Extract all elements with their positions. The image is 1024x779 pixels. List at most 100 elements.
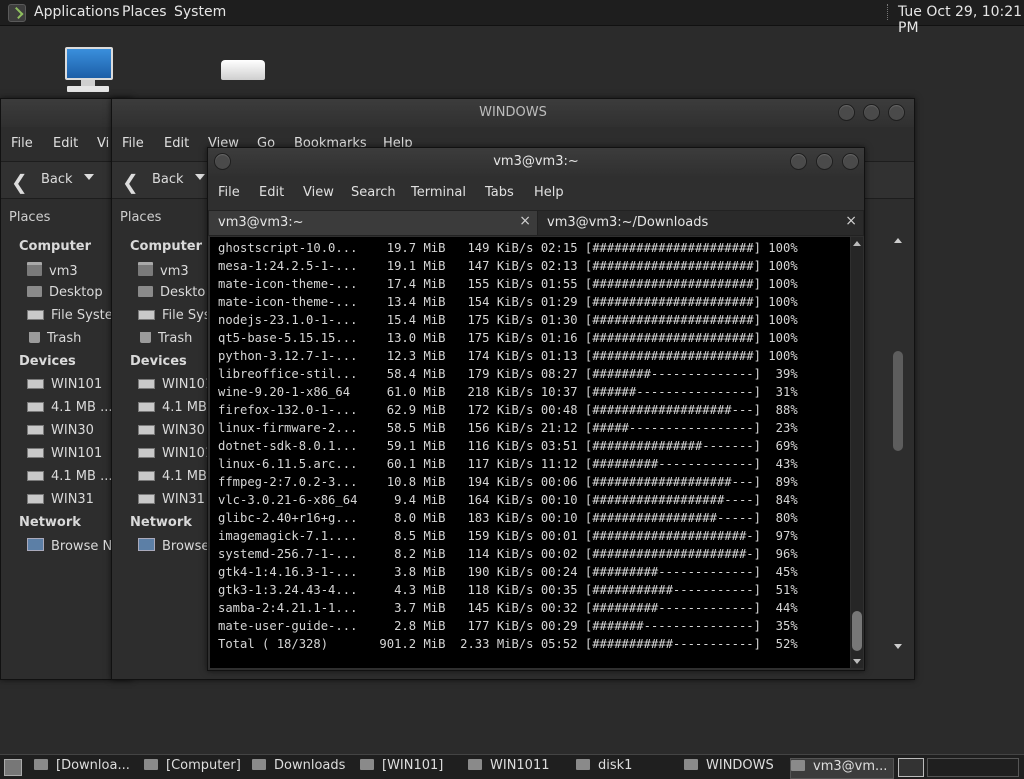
task-win1011[interactable]: WIN1011 [468,758,570,777]
item-label: WIN101 [162,446,214,461]
item-label: WIN30 [162,423,205,438]
task-windows[interactable]: WINDOWS [684,758,786,777]
terminal-scrollbar[interactable] [851,237,863,668]
sidebar-item-desktop[interactable]: Desktop [27,285,103,300]
menu-system[interactable]: System [174,4,226,20]
drive-icon [27,448,44,458]
sidebar-item-device[interactable]: WIN30 [27,423,94,438]
menu-search[interactable]: Search [351,185,396,200]
sidebar-item-device[interactable]: WIN31 [138,492,205,507]
menu-view[interactable]: View [303,185,334,200]
trash-icon [29,332,40,343]
scroll-down-arrow-icon[interactable] [894,644,902,649]
computer-icon[interactable] [63,45,113,95]
terminal-line: gtk4-1:4.16.3-1-... 3.8 MiB 190 KiB/s 00… [218,565,798,579]
scroll-thumb[interactable] [852,611,862,651]
sidebar-item-device[interactable]: WIN30 [138,423,205,438]
task-label: vm3@vm... [813,759,888,774]
terminal-line: gtk3-1:3.24.43-4... 4.3 MiB 118 KiB/s 00… [218,583,798,597]
maximize-button[interactable] [863,104,880,121]
section-computer: Computer [19,239,92,254]
places-selector[interactable]: Places [1,205,116,231]
scroll-up-arrow-icon[interactable] [853,241,861,246]
sidebar-item-vm3[interactable]: vm3 [138,262,189,279]
minimize-button[interactable] [838,104,855,121]
menu-file[interactable]: File [122,136,144,151]
sidebar-item-device[interactable]: 4.1 MB ... [27,469,112,484]
sidebar-item-device[interactable]: WIN101 [138,377,213,392]
task-downloads-1[interactable]: [Downloa... [34,758,140,777]
top-panel: Applications Places System Tue Oct 29, 1… [0,0,1024,36]
sidebar-item-device[interactable]: WIN101 [138,446,213,461]
item-label: 4.1 MB ... [51,469,113,484]
tab-home[interactable]: vm3@vm3:~ × [208,210,538,236]
back-button[interactable]: ❮ Back [9,166,94,194]
sidebar-item-device[interactable]: 4.1 MB ... [27,400,112,415]
file-view-scrollbar[interactable] [886,235,910,655]
show-desktop-icon[interactable] [4,759,22,776]
sidebar-item-trash[interactable]: Trash [27,331,81,346]
minimize-button[interactable] [790,153,807,170]
menu-applications[interactable]: Applications [34,4,120,20]
sidebar-item-trash[interactable]: Trash [138,331,192,346]
task-downloads-2[interactable]: Downloads [252,758,354,777]
task-computer[interactable]: [Computer] [144,758,248,777]
item-label: 4.1 MB [162,400,207,415]
tab-downloads[interactable]: vm3@vm3:~/Downloads × [537,210,864,236]
task-terminal[interactable]: vm3@vm... [790,758,894,779]
menu-help[interactable]: Help [534,185,564,200]
tab-close-icon[interactable]: × [519,213,531,229]
sidebar-item-browse-network[interactable]: Browse [138,538,209,554]
close-button[interactable] [888,104,905,121]
menu-tabs[interactable]: Tabs [485,185,514,200]
sidebar-item-vm3[interactable]: vm3 [27,262,78,279]
scroll-down-arrow-icon[interactable] [853,659,861,664]
back-button[interactable]: ❮ Back [120,166,205,194]
menu-edit[interactable]: Edit [164,136,189,151]
clock[interactable]: Tue Oct 29, 10:21 PM [898,4,1024,36]
scroll-up-arrow-icon[interactable] [894,238,902,243]
sidebar-item-device[interactable]: WIN101 [27,377,102,392]
mate-logo-icon[interactable] [8,4,26,22]
sidebar-item-device[interactable]: 4.1 MB [138,400,207,415]
home-icon [27,262,42,276]
scroll-thumb[interactable] [893,351,903,451]
sidebar-item-browse-network[interactable]: Browse Ne [27,538,120,554]
item-label: File Sys [162,308,211,323]
dropdown-arrow-icon[interactable] [195,174,205,180]
sidebar-item-filesystem[interactable]: File Sys [138,308,211,323]
titlebar[interactable]: vm3@vm3:~ [208,148,864,176]
computer-icon [144,759,158,770]
menu-view[interactable]: Vi [97,136,109,151]
menu-file[interactable]: File [11,136,33,151]
removable-drive-icon[interactable] [221,60,267,82]
menu-edit[interactable]: Edit [259,185,284,200]
menu-places[interactable]: Places [122,4,167,20]
terminal-line: python-3.12.7-1-... 12.3 MiB 174 KiB/s 0… [218,349,798,363]
places-label: Places [9,210,51,225]
terminal-output[interactable]: ghostscript-10.0... 19.7 MiB 149 KiB/s 0… [210,237,850,668]
task-label: disk1 [598,758,633,773]
task-disk1[interactable]: disk1 [576,758,678,777]
terminal-line: qt5-base-5.15.15... 13.0 MiB 175 KiB/s 0… [218,331,798,345]
sidebar-item-device[interactable]: WIN31 [27,492,94,507]
close-button[interactable] [842,153,859,170]
sidebar-item-filesystem[interactable]: File Syster [27,308,118,323]
workspace-2[interactable] [927,758,1019,777]
maximize-button[interactable] [816,153,833,170]
menu-terminal[interactable]: Terminal [411,185,466,200]
workspace-1[interactable] [898,758,924,777]
sidebar-item-device[interactable]: WIN101 [27,446,102,461]
dropdown-arrow-icon[interactable] [84,174,94,180]
tab-close-icon[interactable]: × [845,213,857,229]
task-win101[interactable]: [WIN101] [360,758,462,777]
titlebar[interactable]: WINDOWS [112,99,914,127]
sidebar-item-device[interactable]: 4.1 MB [138,469,207,484]
drive-icon [360,759,374,770]
task-label: WIN1011 [490,758,550,773]
menu-file[interactable]: File [218,185,240,200]
sidebar-item-desktop[interactable]: Deskto [138,285,205,300]
folder-icon [27,286,42,297]
window-menu-button[interactable] [214,153,231,170]
menu-edit[interactable]: Edit [53,136,78,151]
